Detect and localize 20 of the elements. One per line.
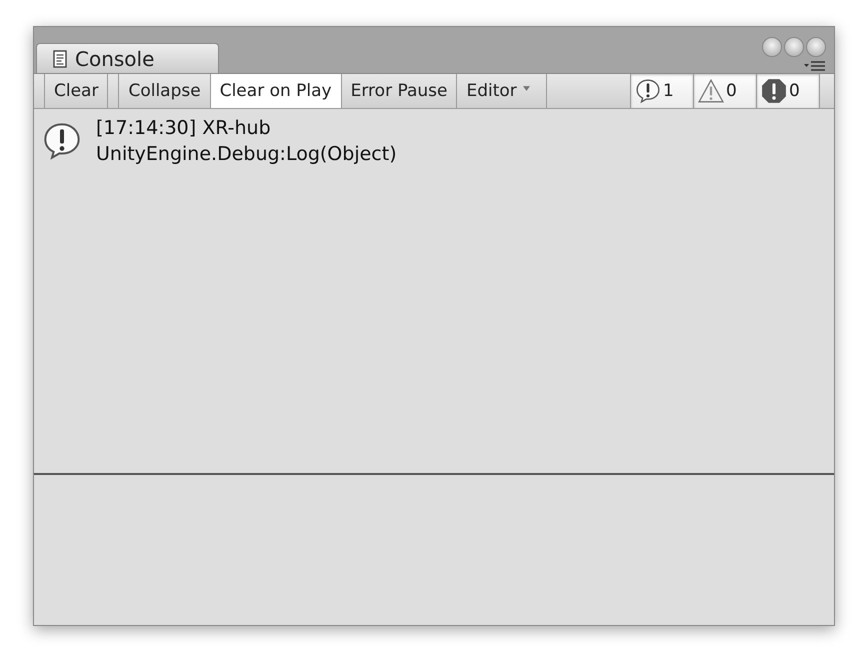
dropdown-button[interactable]: Editor: [457, 74, 547, 108]
info-icon: [42, 121, 82, 161]
window-control-button[interactable]: [806, 37, 826, 57]
menu-icon[interactable]: [804, 61, 826, 71]
log-filter-button[interactable]: 1: [631, 74, 694, 108]
toggle-button[interactable]: Clear on Play: [210, 74, 342, 108]
log-text: UnityEngine.Debug:Log(Object): [96, 142, 397, 167]
log-text: [17:14:30] XR-hub: [96, 116, 272, 141]
window-control-button[interactable]: [784, 37, 804, 57]
caret-icon: [522, 86, 530, 90]
error-icon: [761, 78, 787, 104]
info-icon: [635, 78, 661, 104]
log-filter-button[interactable]: 0: [757, 74, 820, 108]
toggle-button[interactable]: Error Pause: [342, 74, 458, 108]
clear-button[interactable]: Clear: [45, 74, 108, 108]
console-tab[interactable]: Console: [36, 43, 219, 73]
log-filter-button[interactable]: 0: [694, 74, 757, 108]
warning-icon: [698, 78, 724, 104]
document-icon: [53, 50, 67, 68]
window-control-button[interactable]: [762, 37, 782, 57]
